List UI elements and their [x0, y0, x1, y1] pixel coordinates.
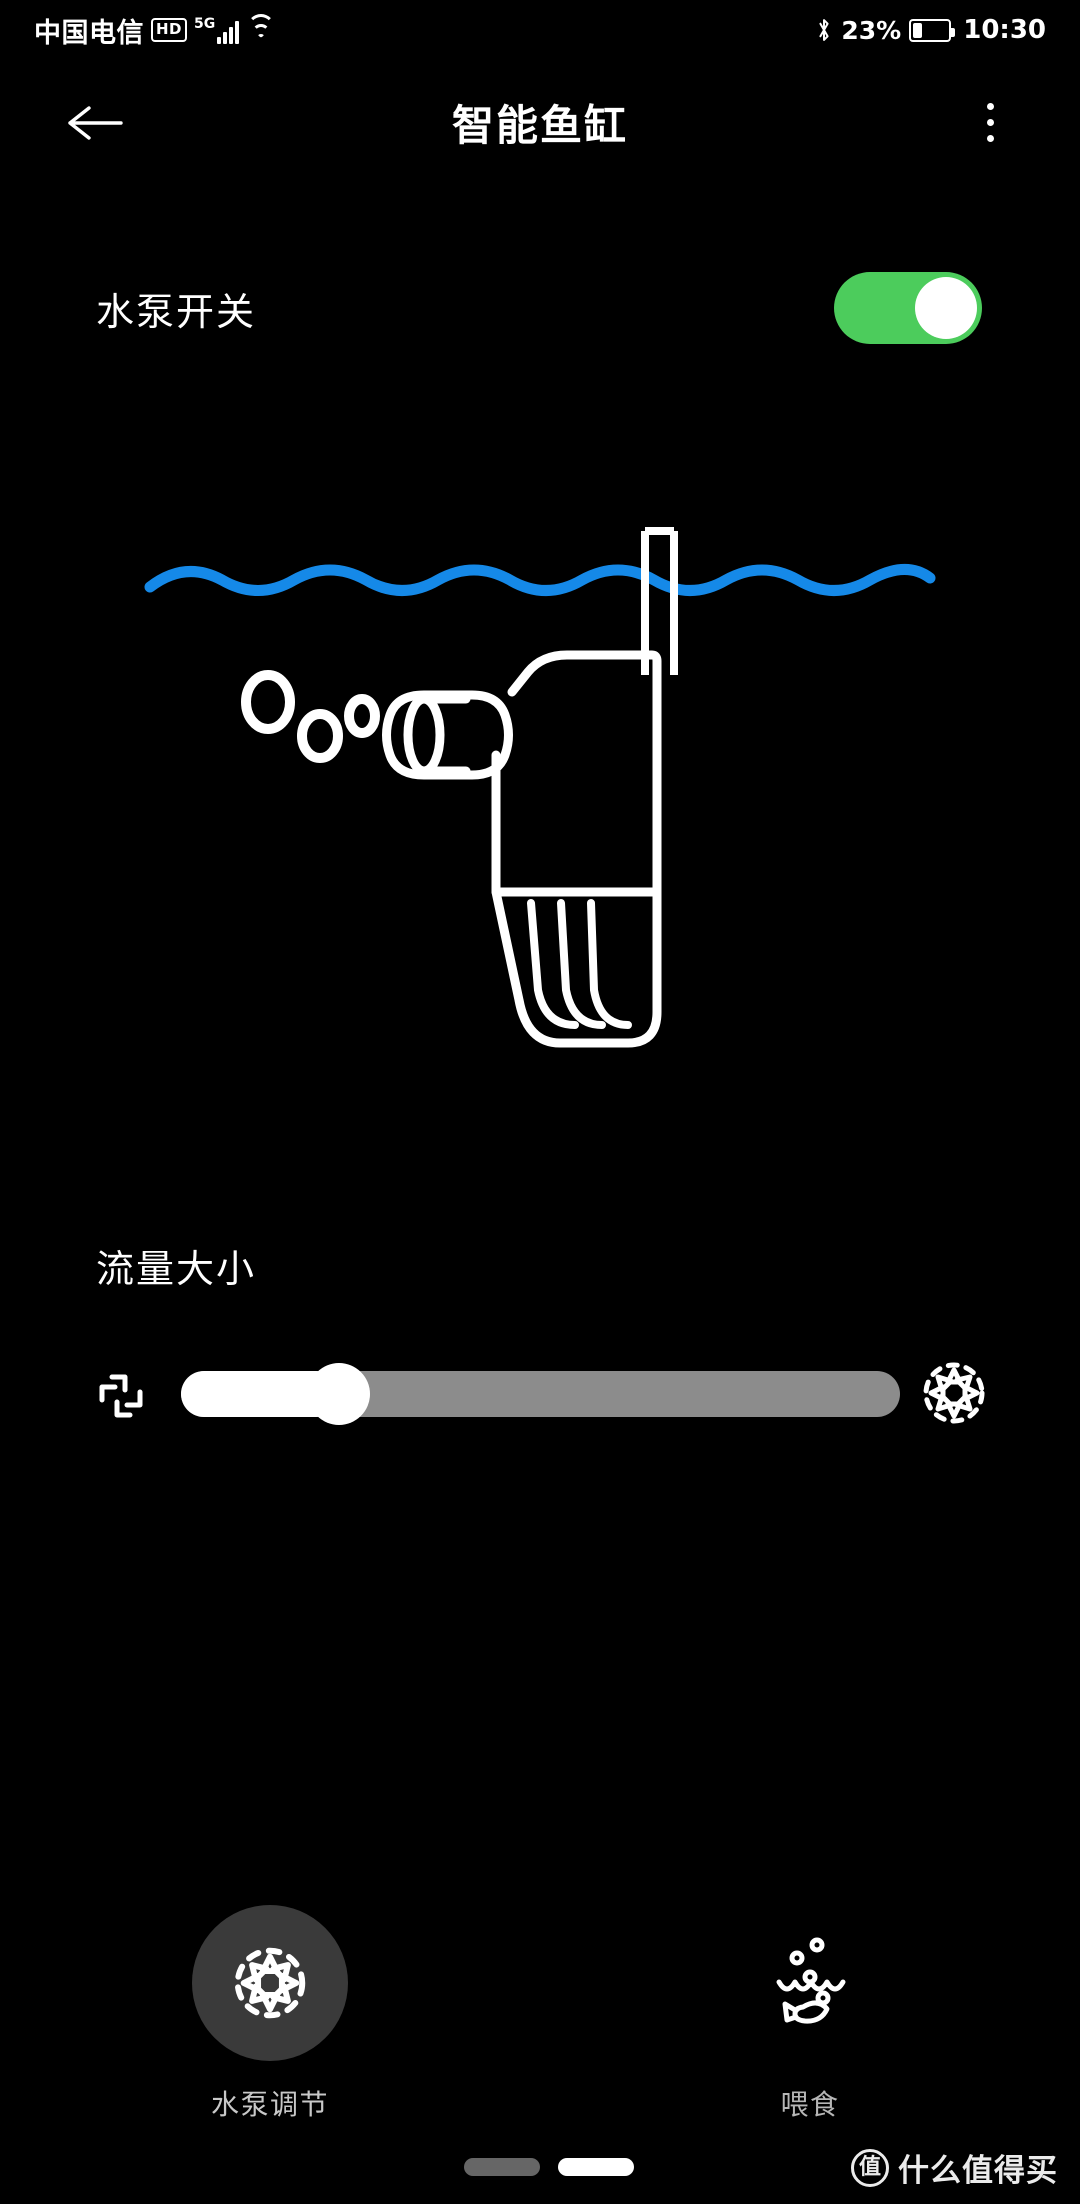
- pump-adjust-button[interactable]: 水泵调节: [0, 1905, 540, 2135]
- toggle-knob: [915, 277, 977, 339]
- bottom-action-bar: 水泵调节 喂食: [0, 1905, 1080, 2135]
- bubble-icon: [241, 670, 295, 734]
- pump-slat: [587, 899, 632, 1029]
- feed-button-bg: [732, 1905, 888, 2061]
- app-bar: 智能鱼缸: [0, 60, 1080, 185]
- nav-pill-recents[interactable]: [464, 2158, 540, 2176]
- feed-button[interactable]: 喂食: [540, 1905, 1080, 2135]
- pump-switch-label: 水泵开关: [96, 289, 257, 334]
- nav-pill-home[interactable]: [558, 2158, 634, 2176]
- page-title: 智能鱼缸: [451, 101, 628, 150]
- pump-graphic: [144, 527, 936, 1048]
- wifi-icon: [246, 14, 276, 42]
- pump-switch-row: 水泵开关: [0, 258, 1080, 358]
- status-bar-left: 中国电信 HD 5G: [34, 11, 276, 50]
- aquarium-pump-illustration: [0, 520, 1080, 1080]
- status-bar: 中国电信 HD 5G 23% 10:30: [0, 0, 1080, 60]
- clock: 10:30: [963, 15, 1046, 45]
- bluetooth-icon: [819, 19, 829, 41]
- carrier-name: 中国电信: [34, 17, 144, 49]
- more-vertical-icon: [986, 103, 994, 110]
- battery-percent: 23%: [841, 15, 902, 45]
- flow-rate-label: 流量大小: [96, 1247, 257, 1291]
- flow-slider-row: [0, 1345, 1080, 1445]
- impeller-icon: [234, 1947, 306, 2019]
- watermark-text: 什么值得买: [898, 2153, 1058, 2189]
- hd-icon: HD: [151, 18, 188, 42]
- bubble-icon: [297, 709, 343, 763]
- phone-screen: 中国电信 HD 5G 23% 10:30 智能鱼缸 水泵开关 流量大小 水泵调节…: [0, 0, 1080, 2204]
- pump-body-upper: [491, 650, 662, 897]
- pump-outlet-mouth: [403, 694, 445, 776]
- pump-switch-toggle[interactable]: [834, 272, 982, 344]
- fan-high-icon[interactable]: [918, 1357, 990, 1433]
- battery-icon: [909, 18, 956, 42]
- network-type-label: 5G: [194, 15, 216, 32]
- watermark: 值 什么值得买: [851, 2145, 1058, 2190]
- signal-bars-icon: 5G: [194, 15, 240, 44]
- water-line: [144, 564, 936, 596]
- fan-low-icon[interactable]: [92, 1367, 150, 1429]
- pump-adjust-button-bg: [192, 1905, 348, 2061]
- feed-label: 喂食: [780, 2088, 840, 2121]
- pump-body-lower: [491, 887, 662, 1048]
- bubble-icon: [344, 694, 380, 738]
- status-bar-right: 23% 10:30: [815, 15, 1046, 45]
- flow-slider-track[interactable]: [181, 1363, 900, 1425]
- pump-adjust-label: 水泵调节: [210, 2088, 329, 2121]
- overflow-menu-button[interactable]: [960, 83, 1020, 163]
- fish-feed-icon: [776, 1937, 846, 2024]
- watermark-logo: 值: [851, 2148, 889, 2187]
- flow-slider-thumb[interactable]: [308, 1363, 371, 1425]
- signal-bars-glyph: [217, 20, 240, 44]
